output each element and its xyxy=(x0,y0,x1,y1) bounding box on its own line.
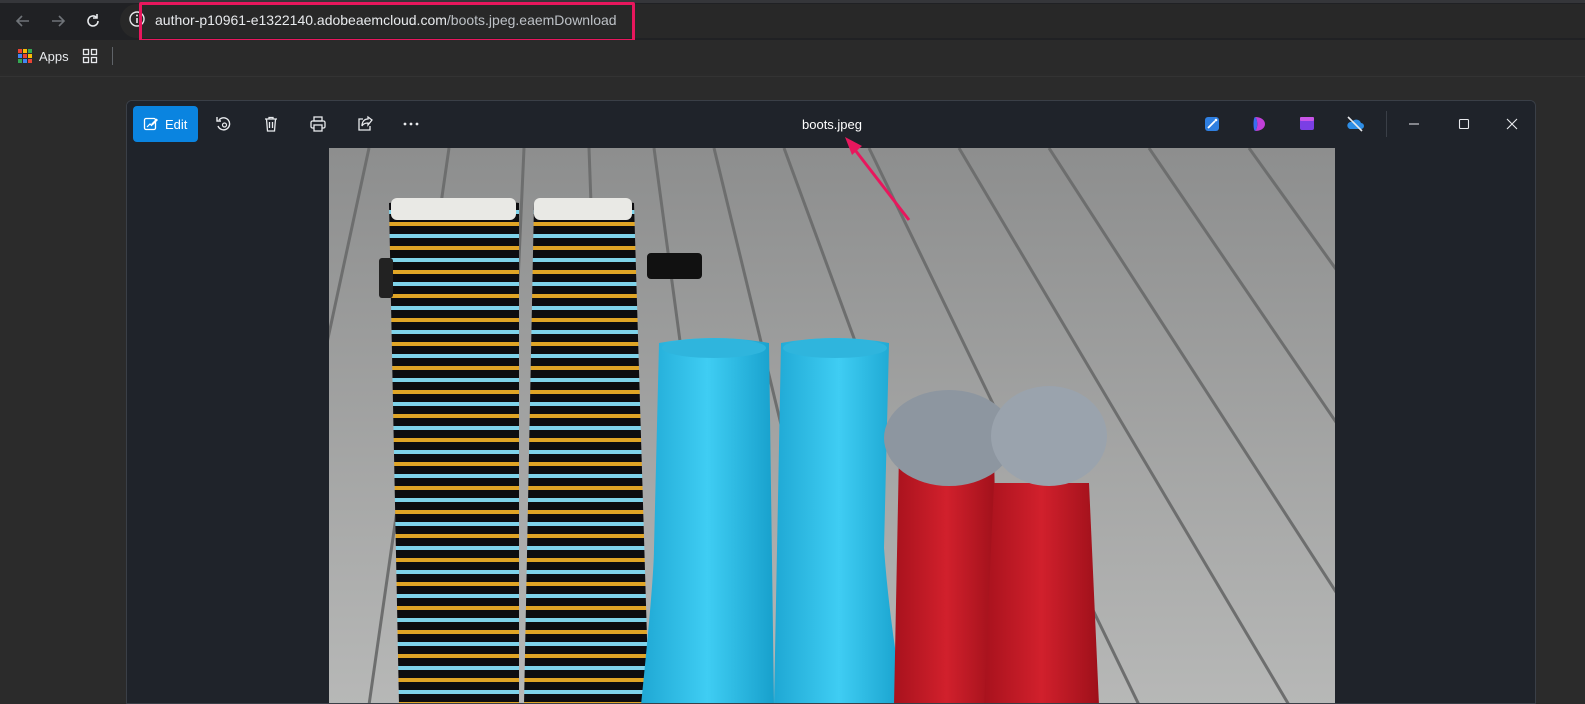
bookmarks-separator xyxy=(112,47,113,65)
maximize-icon xyxy=(1458,118,1470,130)
url-highlight-annotation xyxy=(139,2,635,42)
minimize-button[interactable] xyxy=(1403,113,1425,135)
apps-grid-icon[interactable] xyxy=(18,49,32,63)
edit-button-label: Edit xyxy=(165,116,188,132)
clipchamp-icon xyxy=(1300,117,1314,130)
copilot-icon xyxy=(1253,117,1265,131)
photos-window: Edit boots.jpeg xyxy=(126,100,1536,704)
more-button[interactable] xyxy=(400,113,422,135)
back-button[interactable] xyxy=(12,10,34,32)
onedrive-icon xyxy=(1347,116,1364,132)
file-title: boots.jpeg xyxy=(802,117,862,132)
reload-icon xyxy=(87,14,99,27)
rotate-button[interactable] xyxy=(213,113,235,135)
tab-groups-icon[interactable] xyxy=(82,48,98,64)
designer-icon xyxy=(1205,117,1219,131)
onedrive-button[interactable] xyxy=(1344,113,1366,135)
close-button[interactable] xyxy=(1501,113,1523,135)
print-button[interactable] xyxy=(307,113,329,135)
minimize-icon xyxy=(1409,123,1419,125)
trash-icon xyxy=(265,116,277,132)
close-icon xyxy=(1506,118,1518,130)
reload-button[interactable] xyxy=(82,10,104,32)
back-arrow-icon xyxy=(15,15,29,27)
share-icon xyxy=(358,115,373,131)
clipchamp-button[interactable] xyxy=(1296,113,1318,135)
maximize-button[interactable] xyxy=(1453,113,1475,135)
print-icon xyxy=(310,116,326,132)
page-divider xyxy=(0,76,1585,77)
rotate-icon xyxy=(216,117,231,131)
edit-button[interactable]: Edit xyxy=(133,106,198,142)
copilot-button[interactable] xyxy=(1249,113,1271,135)
boots-photo xyxy=(329,148,1335,703)
toolbar-separator xyxy=(1386,111,1387,137)
forward-arrow-icon xyxy=(52,15,66,27)
share-button[interactable] xyxy=(354,113,376,135)
delete-button[interactable] xyxy=(260,113,282,135)
designer-button[interactable] xyxy=(1201,113,1223,135)
edit-image-icon xyxy=(143,117,158,131)
forward-button[interactable] xyxy=(47,10,69,32)
photo-canvas xyxy=(329,148,1335,703)
apps-bookmark[interactable]: Apps xyxy=(39,49,69,64)
bookmarks-bar xyxy=(0,40,1585,74)
more-icon xyxy=(403,122,419,126)
